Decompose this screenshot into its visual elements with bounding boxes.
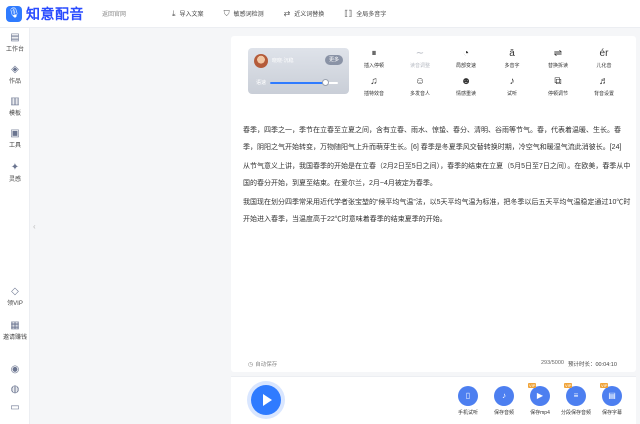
- phone-preview-button[interactable]: ▯ 手机试听: [450, 386, 486, 416]
- audio-icon: ♪: [494, 386, 514, 406]
- speed-slider-fill: [270, 82, 326, 84]
- multi-voice-button[interactable]: ☺ 多发音人: [400, 76, 440, 97]
- change-voice-button[interactable]: 更多: [325, 55, 343, 65]
- subtitle-icon: ▤: [602, 386, 622, 406]
- toolbox-icon: ▣: [10, 128, 20, 139]
- import-text-button[interactable]: ⤓ 导入文案: [172, 9, 204, 19]
- headphone-icon: ♪: [509, 76, 515, 87]
- sidebar: ▤ 工作台 ◈ 作品 ▥ 模板 ▣ 工具 ✦ 灵感 ◇ 领VIP ▦ 邀请赚钱 ◉ ◍ ▭: [0, 28, 30, 424]
- top-tools: ⤓ 导入文案 ⛉ 敏感词检测 ⇄ 近义词替换 ⟦⟧ 全局多音字: [172, 9, 406, 19]
- multi-voice-icon: ☺: [414, 76, 426, 87]
- sidebar-messages[interactable]: ▭: [0, 402, 30, 413]
- insert-pause-button[interactable]: ⏸ 插入停顿: [354, 48, 394, 69]
- save-audio-button[interactable]: ♪ 保存音频: [486, 386, 522, 416]
- app-logo[interactable]: 🎙 知意配音: [6, 4, 98, 24]
- pronounce-icon: ∼: [415, 48, 425, 59]
- emotion-icon: ☻: [460, 76, 472, 87]
- shield-icon: ⛉: [223, 8, 230, 18]
- mp4-icon: ▶: [530, 386, 550, 406]
- polyphone-button[interactable]: ā 多音字: [492, 48, 532, 69]
- replace-read-button[interactable]: ⇌ 替换拆读: [538, 48, 578, 69]
- speed-icon: ◔: [462, 48, 470, 59]
- vip-badge: VIP: [528, 383, 537, 388]
- sidebar-item-invite[interactable]: ▦ 邀请赚钱: [0, 320, 30, 341]
- speed-slider-handle[interactable]: [321, 79, 329, 86]
- polyphone-icon: ā: [509, 48, 515, 59]
- sidebar-item-tools[interactable]: ▣ 工具: [0, 128, 30, 149]
- desk-icon: ▤: [10, 32, 20, 43]
- editor-paragraph: 我国现在划分四季常采用近代学者张宝堃的“候平均气温”法，以5天平均气温为标准，把…: [243, 199, 631, 223]
- gift-icon: ▦: [10, 320, 20, 331]
- stack-icon: ◈: [11, 64, 19, 75]
- voice-card[interactable]: 晓晓·沉稳 更多 语速: [248, 48, 349, 94]
- estimated-duration: 预计时长：00:04:10: [568, 362, 617, 368]
- vip-badge: VIP: [600, 383, 609, 388]
- polyphone-icon: ⟦⟧: [344, 9, 353, 18]
- mic-icon: 🎙: [6, 5, 22, 22]
- sound-effect-button[interactable]: ♫ 插特效音: [354, 76, 394, 97]
- voice-name: 晓晓·沉稳: [272, 58, 294, 64]
- diamond-icon: ◇: [11, 286, 19, 297]
- pause-adjust-button[interactable]: ⧉ 停顿调节: [538, 76, 578, 97]
- pronunciation-button[interactable]: ∼ 读音调整: [400, 48, 440, 69]
- sidebar-account[interactable]: ◍: [0, 384, 30, 395]
- sidebar-item-inspiration[interactable]: ✦ 灵感: [0, 162, 30, 183]
- sidebar-support[interactable]: ◉: [0, 364, 30, 375]
- bgm-icon: ♬: [599, 76, 609, 87]
- sidebar-item-vip[interactable]: ◇ 领VIP: [0, 286, 30, 307]
- avatar: [254, 54, 268, 68]
- local-speed-button[interactable]: ◔ 局部变速: [446, 48, 486, 69]
- global-polyphone-button[interactable]: ⟦⟧ 全局多音字: [344, 9, 386, 18]
- bottom-bar: ▯ 手机试听 ♪ 保存音频 VIP ▶ 保存mp4 VIP ≡ 分段保存音频 VIP ▤ 保存字…: [231, 376, 636, 424]
- char-counter: 293/5000: [541, 360, 564, 366]
- music-icon: ♫: [370, 76, 378, 87]
- chevron-left-icon[interactable]: ‹: [33, 222, 36, 231]
- er-icon: ér: [599, 48, 609, 59]
- swap-icon: ⇌: [553, 48, 563, 59]
- vip-badge: VIP: [564, 383, 573, 388]
- back-to-site-link[interactable]: 返回官网: [102, 9, 166, 18]
- editor-panel: 晓晓·沉稳 更多 语速 ⏸ 插入停顿 ∼ 读音调整 ◔ 局部变速 ā 多音字 ⇌ 替换拆读…: [231, 36, 636, 372]
- ai-icon: ✦: [10, 162, 20, 173]
- speed-label: 语速: [256, 80, 267, 86]
- editor-paragraph: 春季，四季之一，季节在立春至立夏之间，含有立春、雨水、惊蛰、春分、清明、谷雨等节…: [243, 127, 622, 151]
- play-icon: [263, 394, 272, 406]
- user-icon: ◍: [10, 384, 20, 395]
- message-icon: ▭: [10, 402, 20, 413]
- preview-button[interactable]: ♪ 试听: [492, 76, 532, 97]
- editing-tools: ⏸ 插入停顿 ∼ 读音调整 ◔ 局部变速 ā 多音字 ⇌ 替换拆读 ér 儿化音 ♫ 插特效音…: [354, 46, 634, 98]
- save-split-audio-button[interactable]: VIP ≡ 分段保存音频: [558, 383, 594, 416]
- clock-icon: ◷: [248, 362, 254, 368]
- play-button[interactable]: [251, 385, 281, 415]
- app-title: 知意配音: [26, 5, 84, 22]
- bgm-settings-button[interactable]: ♬ 背音设置: [584, 76, 624, 97]
- erhua-button[interactable]: ér 儿化音: [584, 48, 624, 69]
- split-icon: ≡: [566, 386, 586, 406]
- support-icon: ◉: [10, 364, 20, 375]
- sensitive-check-button[interactable]: ⛉ 敏感词检测: [224, 9, 264, 19]
- sidebar-item-works[interactable]: ◈ 作品: [0, 64, 30, 85]
- text-editor[interactable]: 春季，四季之一，季节在立春至立夏之间，含有立春、雨水、惊蛰、春分、清明、谷雨等节…: [243, 122, 631, 230]
- sidebar-item-templates[interactable]: ▥ 模板: [0, 96, 30, 117]
- pause-icon: ⏸: [371, 48, 377, 59]
- synonym-replace-button[interactable]: ⇄ 近义词替换: [284, 9, 325, 18]
- voice-adjust-icon: ⧉: [554, 76, 562, 87]
- autosave-status: ◷ 自动保存: [248, 362, 278, 368]
- top-bar: 🎙 知意配音 返回官网 ⤓ 导入文案 ⛉ 敏感词检测 ⇄ 近义词替换 ⟦⟧ 全局多音字: [0, 0, 640, 28]
- phone-icon: ▯: [458, 386, 478, 406]
- editor-paragraph: 从节气意义上讲，我国春季的开始是在立春（2月2日至5日之间），春季的结束在立夏（…: [243, 163, 631, 187]
- sidebar-item-workbench[interactable]: ▤ 工作台: [0, 32, 30, 53]
- template-icon: ▥: [10, 96, 20, 107]
- emotion-button[interactable]: ☻ 情感重读: [446, 76, 486, 97]
- import-icon: ⤓: [172, 8, 176, 18]
- save-mp4-button[interactable]: VIP ▶ 保存mp4: [522, 383, 558, 416]
- save-subtitle-button[interactable]: VIP ▤ 保存字幕: [594, 383, 630, 416]
- replace-icon: ⇄: [283, 9, 291, 18]
